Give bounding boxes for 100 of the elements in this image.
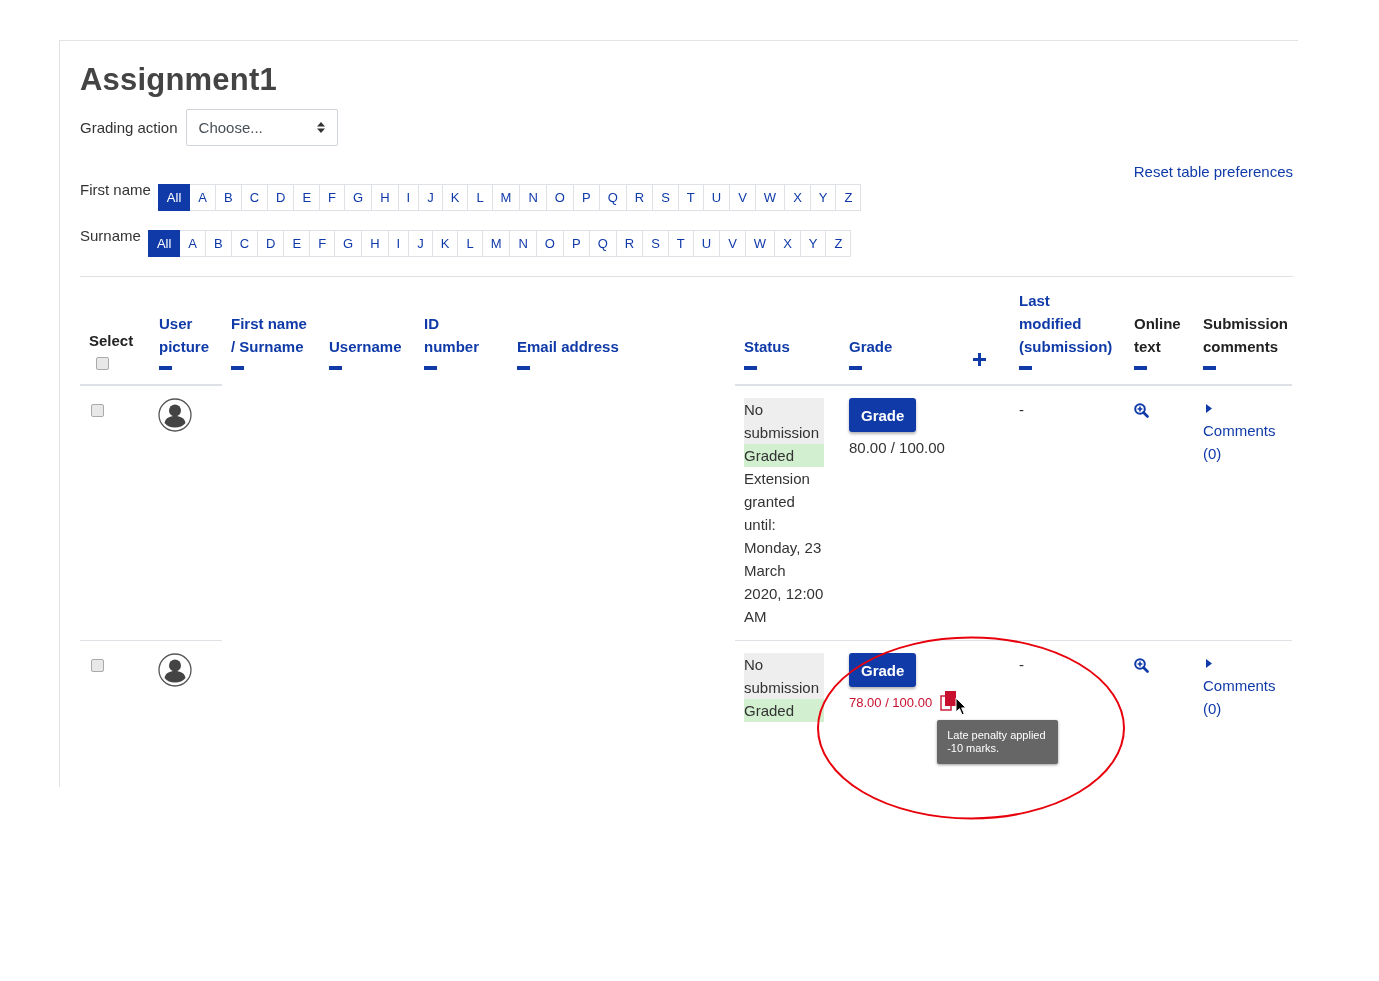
letter-filter[interactable]: O [536,230,564,257]
letter-filter[interactable]: R [616,230,644,257]
page-title: Assignment1 [80,61,278,99]
comments-link[interactable]: Comments (0) [1203,419,1291,465]
collapse-icon[interactable] [329,366,342,370]
dropdown-caret-icon [316,122,325,133]
letter-filter[interactable]: F [310,230,336,257]
letter-filter[interactable]: U [703,184,731,211]
letter-filter[interactable]: G [335,230,363,257]
expand-icon[interactable] [973,353,986,366]
letter-filter[interactable]: A [190,184,216,211]
letter-filter[interactable]: D [258,230,285,257]
last-modified-text: - [1019,401,1024,418]
column-header: Submission comments [1203,314,1288,357]
letter-filter[interactable]: Z [826,230,852,257]
row-checkbox[interactable] [91,659,104,672]
letter-filter[interactable]: G [345,184,373,211]
column-header[interactable]: User picture [159,312,218,358]
tooltip: Late penalty applied -10 marks. [937,719,1058,764]
letter-filter[interactable]: K [432,230,459,257]
letter-filter[interactable]: X [785,184,811,211]
letter-filter[interactable]: I [388,230,410,257]
letter-filter[interactable]: U [693,230,721,257]
letter-filter[interactable]: H [372,184,399,211]
letter-filter[interactable]: J [409,230,433,257]
caret-icon[interactable] [1206,404,1212,413]
letter-filter[interactable]: S [643,230,669,257]
grading-action-label: Grading action [80,119,178,136]
zoom-in-icon[interactable] [1134,658,1149,673]
letter-filter[interactable]: W [745,230,776,257]
letter-filter[interactable]: X [775,230,801,257]
column-header[interactable]: Username [329,335,411,358]
letter-filter[interactable]: T [678,184,704,211]
letter-filter[interactable]: C [231,230,259,257]
column-header[interactable]: Email address [517,335,667,358]
column-header[interactable]: First name / Surname [231,312,311,358]
letter-filter[interactable]: E [284,230,311,257]
letter-filter[interactable]: V [730,184,756,211]
column-header[interactable]: Last modified (submission) [1019,289,1114,358]
letter-filter[interactable]: B [206,230,232,257]
collapse-icon[interactable] [849,366,862,370]
collapse-icon[interactable] [1203,366,1216,370]
letter-filter[interactable]: M [482,230,511,257]
letter-filter[interactable]: J [419,184,443,211]
letter-filter[interactable]: T [668,230,694,257]
reset-link[interactable]: Reset table preferences [1133,163,1293,180]
filter-label: Surname [80,227,141,245]
letter-filter[interactable]: D [268,184,295,211]
letter-filter[interactable]: P [564,230,590,257]
grade-value: 80.00 / 100.00 [849,438,945,458]
letter-filter[interactable]: M [492,184,521,211]
status-text: Graded [744,699,824,722]
select-all-checkbox[interactable] [96,357,109,370]
letter-filter[interactable]: R [626,184,654,211]
grade-button[interactable]: Grade [849,398,917,432]
grading-action-select[interactable]: Choose... [185,109,338,146]
collapse-icon[interactable] [517,366,530,370]
letter-filter[interactable]: O [546,184,574,211]
letter-filter[interactable]: Q [599,184,627,211]
letter-filter[interactable]: Z [836,184,862,211]
collapse-icon[interactable] [744,366,757,370]
letter-filter[interactable]: S [653,184,679,211]
caret-icon[interactable] [1206,659,1212,668]
letter-filter[interactable]: B [216,184,242,211]
letter-filter[interactable]: E [294,184,321,211]
letter-filter[interactable]: All [147,230,181,257]
column-header[interactable]: Grade [849,335,929,358]
column-header[interactable]: ID number [424,312,484,358]
letter-filter[interactable]: L [458,230,483,257]
letter-filter[interactable]: K [442,184,469,211]
grade-button[interactable]: Grade [849,653,917,687]
status-text: Graded [744,444,824,467]
letter-filter[interactable]: W [755,184,786,211]
zoom-in-icon[interactable] [1134,403,1149,418]
collapse-icon[interactable] [424,366,437,370]
letter-filter[interactable]: Y [800,230,827,257]
letter-filter[interactable]: Q [589,230,617,257]
letter-filter[interactable]: L [468,184,493,211]
letter-filter[interactable]: N [520,184,547,211]
letter-filter[interactable]: V [720,230,746,257]
comments-link[interactable]: Comments (0) [1203,674,1291,720]
letter-filter[interactable]: F [320,184,346,211]
status-text: No submission [744,653,824,699]
last-modified-text: - [1019,656,1024,673]
column-header[interactable]: Status [744,335,824,358]
collapse-icon[interactable] [1134,366,1147,370]
letter-filter[interactable]: H [362,230,389,257]
collapse-icon[interactable] [231,366,244,370]
document-icon[interactable] [940,689,959,712]
row-checkbox[interactable] [91,404,104,417]
letter-filter[interactable]: A [180,230,206,257]
letter-filter[interactable]: Y [810,184,837,211]
collapse-icon[interactable] [1019,366,1032,370]
filter-label: First name [80,181,151,199]
letter-filter[interactable]: C [241,184,269,211]
collapse-icon[interactable] [159,366,172,370]
letter-filter[interactable]: I [398,184,420,211]
letter-filter[interactable]: N [510,230,537,257]
letter-filter[interactable]: All [157,184,191,211]
letter-filter[interactable]: P [573,184,600,211]
